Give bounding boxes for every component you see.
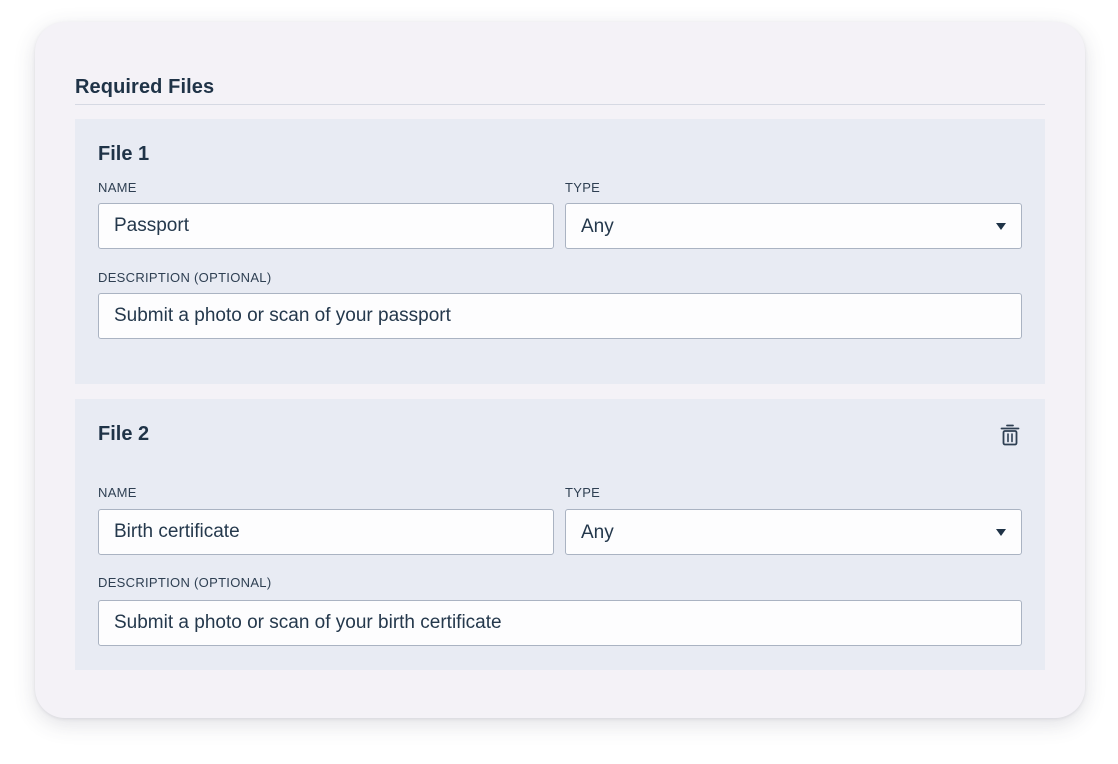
file-2-description-label: DESCRIPTION (OPTIONAL) [98, 575, 272, 590]
file-block-2: File 2 NAME TYPE Any DESCRIPTION (OPTION… [75, 399, 1045, 670]
file-2-type-label: TYPE [565, 485, 601, 500]
file-2-type-select[interactable]: Any [565, 509, 1022, 555]
section-title: Required Files [75, 76, 215, 98]
file-1-title: File 1 [98, 143, 150, 165]
file-2-name-label: NAME [98, 485, 137, 500]
file-2-description-input[interactable] [98, 600, 1022, 646]
file-1-description-label: DESCRIPTION (OPTIONAL) [98, 270, 272, 285]
file-1-type-value: Any [581, 216, 614, 237]
file-1-name-input[interactable] [98, 203, 554, 249]
file-2-title: File 2 [98, 423, 150, 445]
file-1-type-label: TYPE [565, 180, 601, 195]
caret-down-icon [996, 529, 1006, 536]
file-block-1: File 1 NAME TYPE Any DESCRIPTION (OPTION… [75, 119, 1045, 384]
section-divider [75, 104, 1045, 105]
file-1-name-label: NAME [98, 180, 137, 195]
caret-down-icon [996, 223, 1006, 230]
file-2-name-input[interactable] [98, 509, 554, 555]
file-1-type-select[interactable]: Any [565, 203, 1022, 249]
required-files-card: Required Files File 1 NAME TYPE Any DESC… [35, 22, 1085, 718]
trash-icon[interactable] [999, 423, 1021, 447]
file-2-type-value: Any [581, 522, 614, 543]
file-1-description-input[interactable] [98, 293, 1022, 339]
